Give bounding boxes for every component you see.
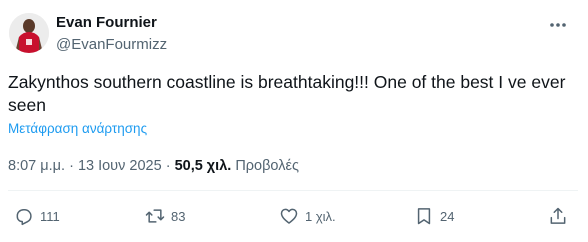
reply-icon [16, 209, 32, 226]
divider [8, 190, 578, 191]
like-button[interactable]: 1 χιλ. [279, 206, 336, 226]
bookmark-count: 24 [440, 208, 455, 224]
translate-post-link[interactable]: Μετάφραση ανάρτησης [8, 121, 147, 137]
bookmark-icon [417, 208, 431, 225]
reply-count: 111 [40, 208, 60, 224]
views-count: 50,5 χιλ. [174, 158, 232, 174]
bookmark-button[interactable]: 24 [414, 206, 454, 226]
more-dots-icon [550, 23, 566, 27]
avatar-image [9, 13, 49, 53]
tweet-time[interactable]: 8:07 μ.μ. [8, 158, 65, 174]
share-icon [550, 207, 566, 224]
more-options-button[interactable] [546, 13, 570, 37]
retweet-count: 83 [171, 208, 186, 224]
tweet-text: Zakynthos southern coastline is breathta… [8, 72, 566, 115]
author-avatar[interactable] [9, 13, 49, 53]
meta-separator: · [165, 158, 171, 174]
reply-button[interactable]: 111 [14, 206, 60, 226]
author-display-name[interactable]: Evan Fournier [56, 14, 157, 32]
retweet-button[interactable]: 83 [145, 206, 185, 226]
tweet-date[interactable]: 13 Ιουν 2025 [78, 158, 162, 174]
like-count: 1 χιλ. [305, 208, 336, 224]
meta-separator: · [69, 158, 74, 174]
share-button[interactable] [548, 206, 568, 226]
retweet-icon [145, 209, 165, 223]
tweet-meta: 8:07 μ.μ. · 13 Ιουν 2025 · 50,5 χιλ. Προ… [8, 157, 299, 175]
views-label: Προβολές [235, 158, 299, 174]
heart-icon [280, 208, 298, 224]
author-handle[interactable]: @EvanFourmizz [56, 36, 167, 54]
